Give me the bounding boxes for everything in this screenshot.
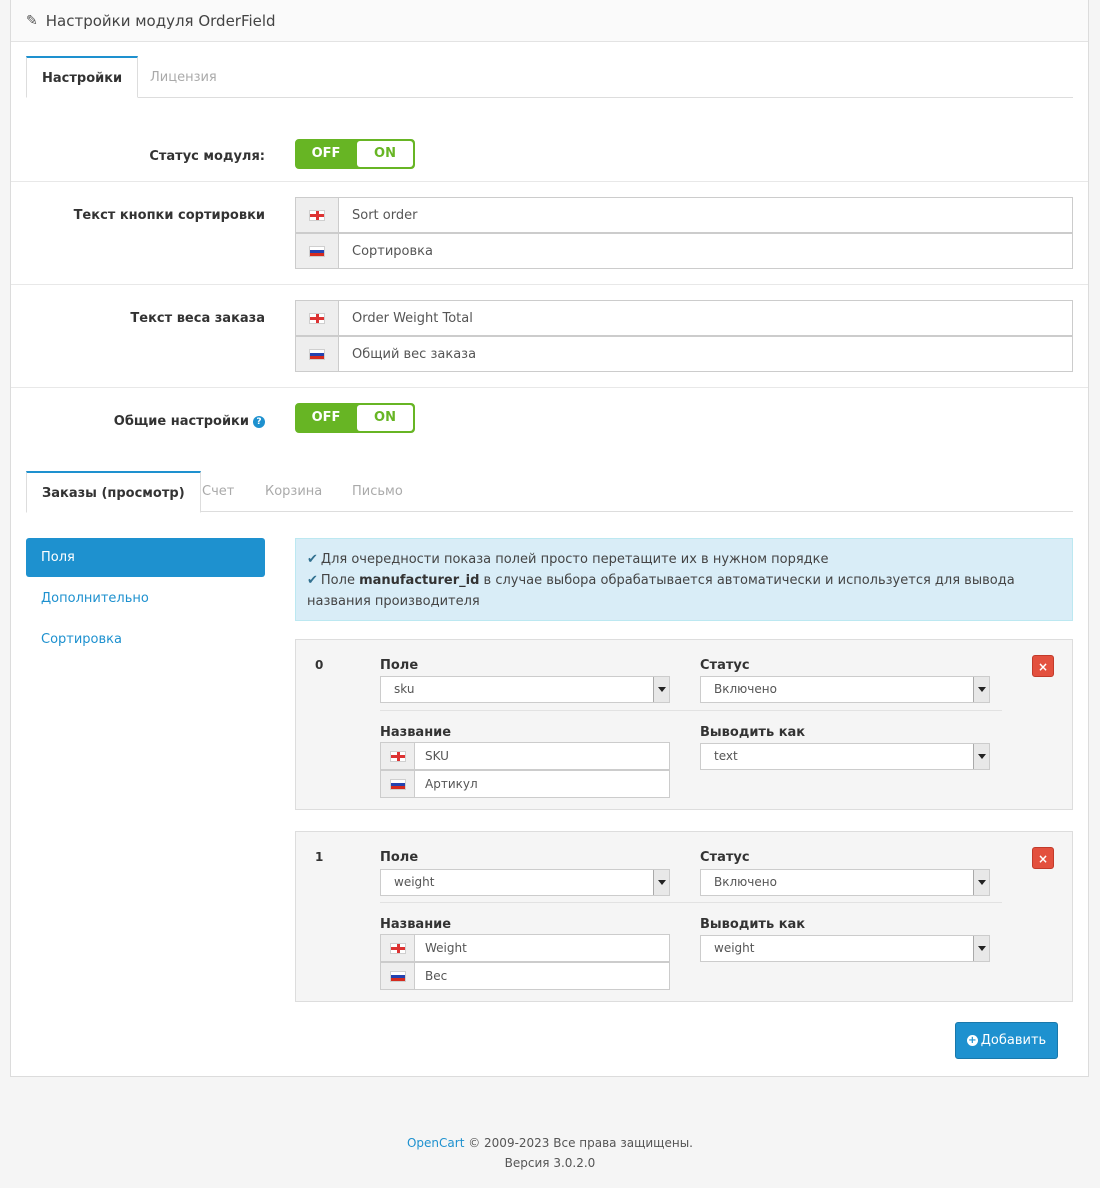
tab-invoice[interactable]: Счет	[187, 471, 249, 513]
field-label: Поле	[380, 658, 419, 673]
check-icon: ✔	[307, 573, 318, 588]
version-text: Версия 3.0.2.0	[504, 1156, 596, 1170]
field-index: 0	[315, 658, 324, 672]
chevron-down-icon	[973, 677, 989, 702]
name-en-field[interactable]: Weight	[380, 934, 670, 962]
order-weight-text-ru-field[interactable]: Общий вес заказа	[295, 336, 1073, 372]
chevron-down-icon	[973, 936, 989, 961]
sort-button-text-ru-field[interactable]: Сортировка	[295, 233, 1073, 269]
close-icon: ×	[1037, 660, 1049, 674]
name-ru-field[interactable]: Артикул	[380, 770, 670, 798]
opencart-link[interactable]: OpenCart	[407, 1136, 464, 1150]
divider	[11, 387, 1088, 388]
output-as-label: Выводить как	[700, 917, 806, 932]
output-as-label: Выводить как	[700, 725, 806, 740]
toggle-on-label: ON	[357, 141, 413, 167]
field-card[interactable]: 0 Поле Статус sku Включено Название Выво…	[295, 639, 1073, 810]
add-field-button[interactable]: + Добавить	[955, 1022, 1058, 1059]
chevron-down-icon	[973, 870, 989, 895]
status-label: Статус	[700, 658, 750, 673]
card-divider	[380, 710, 1002, 711]
field-card[interactable]: 1 Поле Статус weight Включено Название В…	[295, 831, 1073, 1002]
card-divider	[380, 902, 1002, 903]
sidebar-item-sorting[interactable]: Сортировка	[26, 620, 265, 659]
status-select[interactable]: Включено	[700, 869, 990, 896]
ru-flag-icon	[309, 348, 325, 360]
info-alert: ✔ Для очередности показа полей просто пер…	[295, 538, 1073, 621]
chevron-down-icon	[973, 744, 989, 769]
plus-circle-icon: +	[966, 1035, 978, 1046]
pencil-icon: ✎	[26, 12, 38, 29]
output-as-select[interactable]: weight	[700, 935, 990, 962]
output-as-select[interactable]: text	[700, 743, 990, 770]
tab-cart[interactable]: Корзина	[250, 471, 337, 513]
field-select[interactable]: sku	[380, 676, 670, 703]
general-settings-label: Общие настройки?	[11, 414, 265, 429]
info-line-2: ✔ Поле manufacturer_id в случае выбора об…	[307, 573, 1015, 609]
delete-field-button[interactable]: ×	[1032, 847, 1054, 869]
module-status-label: Статус модуля:	[149, 149, 265, 164]
tab-email[interactable]: Письмо	[337, 471, 418, 513]
close-icon: ×	[1037, 852, 1049, 866]
divider	[11, 284, 1088, 285]
en-flag-icon	[389, 942, 406, 954]
en-flag-icon	[389, 750, 406, 762]
status-select[interactable]: Включено	[700, 676, 990, 703]
name-label: Название	[380, 917, 452, 932]
field-index: 1	[315, 850, 324, 864]
ru-flag-icon	[389, 778, 406, 790]
field-label: Поле	[380, 850, 419, 865]
ru-flag-icon	[309, 245, 325, 257]
name-ru-field[interactable]: Вес	[380, 962, 670, 990]
name-en-field[interactable]: SKU	[380, 742, 670, 770]
module-status-toggle[interactable]: OFF ON	[295, 139, 415, 169]
module-settings-panel: ✎ Настройки модуля OrderField Настройки …	[10, 0, 1089, 1077]
name-label: Название	[380, 725, 452, 740]
chevron-down-icon	[653, 870, 669, 895]
check-icon: ✔	[307, 552, 318, 567]
toggle-off-label: OFF	[311, 410, 341, 425]
toggle-off-label: OFF	[311, 146, 341, 161]
en-flag-icon	[309, 209, 325, 221]
field-select[interactable]: weight	[380, 869, 670, 896]
en-flag-icon	[309, 312, 325, 324]
chevron-down-icon	[653, 677, 669, 702]
panel-heading: ✎ Настройки модуля OrderField	[11, 0, 1088, 42]
general-settings-toggle[interactable]: OFF ON	[295, 403, 415, 433]
copyright-text: © 2009-2023 Все права защищены.	[464, 1136, 693, 1150]
sort-button-text-label: Текст кнопки сортировки	[73, 208, 265, 223]
tab-settings[interactable]: Настройки	[26, 56, 139, 98]
order-weight-text-label: Текст веса заказа	[130, 311, 265, 326]
help-icon[interactable]: ?	[253, 416, 265, 428]
toggle-on-label: ON	[357, 405, 413, 431]
tab-orders-view[interactable]: Заказы (просмотр)	[26, 471, 201, 513]
order-weight-text-en-field[interactable]: Order Weight Total	[295, 300, 1073, 336]
info-line-1: ✔ Для очередности показа полей просто пер…	[307, 552, 829, 567]
ru-flag-icon	[389, 970, 406, 982]
footer: OpenCart © 2009-2023 Все права защищены.…	[0, 1133, 1100, 1173]
status-label: Статус	[700, 850, 750, 865]
page-title: Настройки модуля OrderField	[45, 11, 276, 30]
sidebar-item-additional[interactable]: Дополнительно	[26, 579, 265, 618]
sort-button-text-en-field[interactable]: Sort order	[295, 197, 1073, 233]
delete-field-button[interactable]: ×	[1032, 655, 1054, 677]
sidebar-item-fields[interactable]: Поля	[26, 538, 265, 577]
divider	[11, 181, 1088, 182]
tab-license[interactable]: Лицензия	[135, 57, 232, 99]
